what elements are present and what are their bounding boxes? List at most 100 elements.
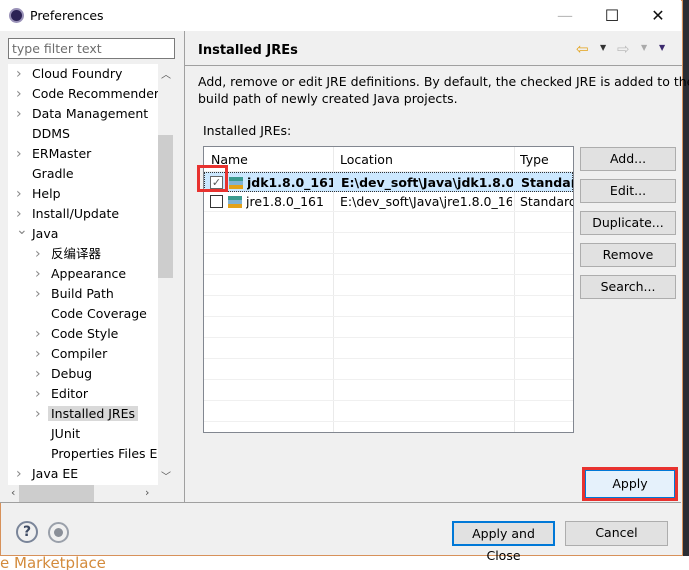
column-header-location[interactable]: Location (340, 147, 393, 172)
back-dropdown-icon[interactable]: ▼ (600, 43, 606, 52)
tree-item[interactable]: › Help (16, 184, 61, 204)
tree-item[interactable]: DDMS (32, 124, 70, 144)
tree-item[interactable]: › Editor (35, 384, 88, 404)
tree-item-label: Code Style (51, 326, 119, 341)
tree-item[interactable]: › Compiler (35, 344, 108, 364)
tree-item[interactable]: › Code Style (35, 324, 119, 344)
chevron-right-icon[interactable]: › (35, 404, 41, 424)
tree-item[interactable]: › Debug (35, 364, 92, 384)
tree-item[interactable]: › Installed JREs (35, 404, 139, 424)
tree-item-label: Data Management (32, 106, 149, 121)
search-button[interactable]: Search... (580, 275, 676, 299)
pane-divider[interactable] (184, 31, 185, 503)
cancel-button[interactable]: Cancel (565, 521, 668, 546)
empty-row (204, 318, 573, 338)
column-header-type[interactable]: Type (520, 147, 549, 172)
scroll-left-arrow[interactable]: ‹ (11, 486, 15, 499)
chevron-right-icon[interactable]: › (35, 284, 41, 304)
tree-item-label: Compiler (51, 346, 108, 361)
chevron-right-icon[interactable]: › (16, 184, 22, 204)
maximize-button[interactable]: ☐ (592, 0, 632, 31)
view-menu-icon[interactable]: ▼ (659, 43, 665, 52)
table-row[interactable]: ✓ jdk1.8.0_161... E:\dev_soft\Java\jdk1.… (204, 172, 573, 192)
chevron-right-icon[interactable]: › (16, 64, 22, 84)
empty-row (204, 402, 573, 422)
scroll-down-arrow[interactable]: ﹀ (161, 468, 171, 483)
chevron-right-icon[interactable]: › (16, 104, 22, 124)
back-arrow-icon[interactable]: ⇦ (576, 40, 589, 58)
tree-vertical-scrollbar[interactable]: ︿ ﹀ (158, 64, 173, 485)
jre-table: Name Location Type ✓ jdk1.8.0_161... E:\… (203, 146, 574, 433)
chevron-right-icon[interactable]: › (16, 84, 22, 104)
tree-item[interactable]: › Data Management (16, 104, 149, 124)
background-marketplace-text: e Marketplace (0, 556, 689, 570)
tree-item[interactable]: › Install/Update (16, 204, 119, 224)
tree-item[interactable]: Properties Files Ed (51, 444, 158, 464)
tree-item-label: Java (32, 226, 59, 241)
tree-item[interactable]: › Java EE (16, 464, 78, 484)
tree-item-label: DDMS (32, 126, 70, 141)
tree-item[interactable]: › Code Recommenders (16, 84, 158, 104)
tree-item-label: Code Coverage (51, 306, 147, 321)
chevron-right-icon[interactable]: › (35, 364, 41, 384)
tree-item-label: Editor (51, 386, 88, 401)
minimize-button[interactable]: — (545, 0, 585, 31)
tree-item[interactable]: › Appearance (35, 264, 126, 284)
jre-location: E:\dev_soft\Java\jdk1.8.0_ (341, 175, 513, 190)
scroll-thumb-horizontal[interactable] (19, 485, 94, 502)
scroll-right-arrow[interactable]: › (145, 486, 149, 499)
tree-item[interactable]: Code Coverage (51, 304, 147, 324)
empty-row (204, 276, 573, 296)
window-title: Preferences (30, 8, 104, 23)
chevron-right-icon[interactable]: › (35, 264, 41, 284)
jre-checkbox[interactable] (210, 195, 223, 208)
tree-item-label: ERMaster (32, 146, 92, 161)
tree-item-label: 反编译器 (51, 246, 102, 261)
title-bar: Preferences — ☐ ✕ (0, 0, 681, 31)
help-icon[interactable]: ? (16, 521, 38, 543)
duplicate-button[interactable]: Duplicate... (580, 211, 676, 235)
scroll-up-arrow[interactable]: ︿ (161, 66, 171, 81)
tree-item[interactable]: ⌄ Java (16, 222, 59, 244)
filter-input[interactable]: type filter text (8, 38, 175, 59)
tree-horizontal-scrollbar[interactable]: ‹ › (8, 485, 158, 502)
checkbox-highlight-box (197, 165, 228, 192)
header-separator (185, 65, 682, 66)
chevron-down-icon[interactable]: ⌄ (16, 220, 28, 240)
apply-button[interactable]: Apply (585, 470, 675, 498)
jre-library-icon (228, 196, 242, 208)
add-button[interactable]: Add... (580, 147, 676, 171)
empty-row (204, 339, 573, 359)
tree-item[interactable]: › Build Path (35, 284, 114, 304)
import-export-icon[interactable] (48, 522, 69, 543)
tree-item[interactable]: › 反编译器 (35, 244, 102, 264)
remove-button[interactable]: Remove (580, 243, 676, 267)
jre-type: Standard (520, 194, 573, 209)
preference-tree: › Cloud Foundry › Code Recommenders › Data Ma… (8, 64, 158, 485)
tree-item-label: JUnit (51, 426, 81, 441)
forward-arrow-icon[interactable]: ⇨ (617, 40, 630, 58)
chevron-right-icon[interactable]: › (16, 144, 22, 164)
chevron-right-icon[interactable]: › (35, 344, 41, 364)
page-title: Installed JREs (198, 43, 298, 58)
edit-button[interactable]: Edit... (580, 179, 676, 203)
tree-item-label: Code Recommenders (32, 86, 158, 101)
chevron-right-icon[interactable]: › (16, 464, 22, 484)
tree-item[interactable]: Gradle (32, 164, 74, 184)
apply-and-close-button[interactable]: Apply and Close (452, 521, 555, 563)
table-row[interactable]: jre1.8.0_161 E:\dev_soft\Java\jre1.8.0_1… (204, 192, 573, 212)
scroll-thumb[interactable] (158, 135, 173, 278)
eclipse-icon (9, 8, 24, 23)
forward-dropdown-icon[interactable]: ▼ (641, 43, 647, 52)
tree-item[interactable]: JUnit (51, 424, 80, 444)
chevron-right-icon[interactable]: › (35, 324, 41, 344)
chevron-right-icon[interactable]: › (35, 244, 41, 264)
close-button[interactable]: ✕ (638, 0, 678, 31)
empty-row (204, 381, 573, 401)
tree-item-label: Build Path (51, 286, 114, 301)
chevron-right-icon[interactable]: › (35, 384, 41, 404)
tree-item[interactable]: › ERMaster (16, 144, 92, 164)
tree-item[interactable]: › Cloud Foundry (16, 64, 122, 84)
jre-name: jre1.8.0_161 (246, 194, 324, 209)
jre-location: E:\dev_soft\Java\jre1.8.0_161 (340, 194, 512, 209)
